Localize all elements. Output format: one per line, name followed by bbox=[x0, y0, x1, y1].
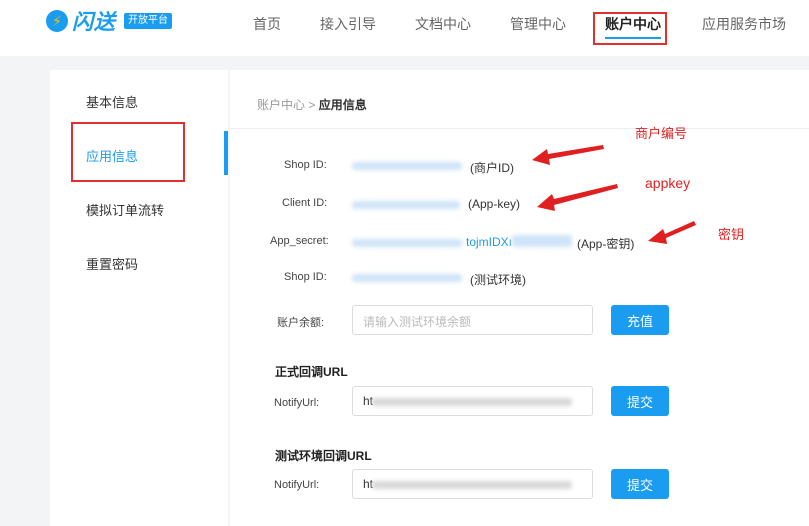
arrow-icon bbox=[648, 221, 696, 244]
arrow-icon bbox=[532, 145, 604, 165]
annotation-arrows bbox=[532, 145, 696, 244]
arrow-icon bbox=[537, 184, 618, 211]
